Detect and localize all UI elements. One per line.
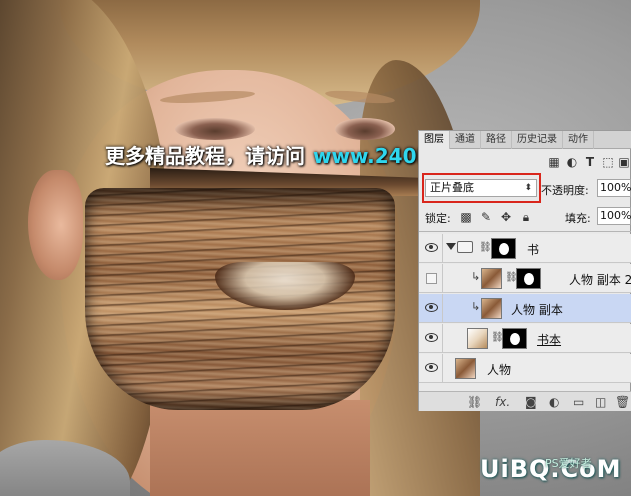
tab-actions[interactable]: 动作 <box>563 131 594 149</box>
eye-icon <box>425 243 438 252</box>
lock-all-icon[interactable]: 🔒︎ <box>519 210 533 224</box>
fill-label: 填充: <box>565 212 591 225</box>
neck <box>150 400 370 496</box>
lock-move-icon[interactable]: ✥ <box>499 210 513 224</box>
tab-layers[interactable]: 图层 <box>419 131 450 149</box>
lock-brush-icon[interactable]: ✎ <box>479 210 493 224</box>
filter-shape-icon[interactable]: ⬚ <box>601 155 615 169</box>
layer-thumb <box>481 298 502 319</box>
opacity-input[interactable]: 100% <box>597 179 631 197</box>
clip-arrow-icon: ↳ <box>471 270 481 283</box>
tab-paths[interactable]: 路径 <box>481 131 512 149</box>
layer-name: 人物 副本 <box>511 303 563 317</box>
eye-icon <box>425 333 438 342</box>
watermark-label: 更多精品教程，请访问 <box>105 144 305 168</box>
clip-arrow-icon: ↳ <box>471 300 481 313</box>
lock-transparent-icon[interactable]: ▩ <box>459 210 473 224</box>
layer-mask-thumb[interactable] <box>516 268 541 289</box>
new-layer-icon[interactable]: ◫ <box>595 395 606 409</box>
layer-row-book-group[interactable]: ⛓ 书 <box>419 234 631 263</box>
visibility-toggle[interactable] <box>419 354 443 383</box>
layers-panel: 图层 通道 路径 历史记录 动作 ▦ ◐ T ⬚ ▣ 正片叠底 ⬍ 不透明度: … <box>418 130 631 411</box>
visibility-toggle[interactable] <box>419 234 443 263</box>
visibility-toggle[interactable] <box>419 264 443 293</box>
layer-row-person-copy[interactable]: ↳ 人物 副本 <box>419 294 631 323</box>
filter-type-icon[interactable]: T <box>583 155 597 169</box>
layer-row-person-copy2[interactable]: ↳ ⛓ 人物 副本 2 <box>419 264 631 293</box>
trash-icon[interactable]: 🗑︎ <box>615 395 630 409</box>
panel-tabs: 图层 通道 路径 历史记录 动作 <box>419 131 631 149</box>
layer-mask-thumb[interactable] <box>491 238 516 259</box>
opacity-label: 不透明度: <box>541 184 589 197</box>
folder-icon[interactable]: ▭ <box>573 395 584 409</box>
layer-name: 人物 <box>487 363 512 377</box>
visibility-toggle[interactable] <box>419 324 443 353</box>
expand-triangle-icon[interactable] <box>446 243 456 250</box>
layer-thumb <box>481 268 502 289</box>
layer-row-book[interactable]: ⛓ 书本 <box>419 324 631 353</box>
hidden-box-icon <box>426 273 437 284</box>
layer-thumb <box>455 358 476 379</box>
link-icon[interactable]: ⛓ <box>467 395 482 409</box>
eye-left <box>175 118 255 140</box>
watermark-logo-cn: PS爱好者 <box>545 457 592 470</box>
folder-icon <box>457 241 473 253</box>
layer-mask-thumb[interactable] <box>502 328 527 349</box>
layer-row-person[interactable]: 人物 <box>419 354 631 383</box>
panel-footer: ⛓ fx. ◙ ◐ ▭ ◫ 🗑︎ <box>419 391 631 411</box>
filter-adjust-icon[interactable]: ◐ <box>565 155 579 169</box>
eye-right <box>335 118 395 140</box>
eye-icon <box>425 363 438 372</box>
tab-channels[interactable]: 通道 <box>450 131 481 149</box>
filter-smart-icon[interactable]: ▣ <box>617 155 631 169</box>
layer-name: 人物 副本 2 <box>569 273 631 287</box>
layers-list: ⛓ 书 ↳ ⛓ 人物 副本 2 ↳ 人物 副本 ⛓ 书本 人物 <box>419 231 631 391</box>
fx-icon[interactable]: fx. <box>495 395 510 409</box>
mask-icon[interactable]: ◙ <box>525 395 537 409</box>
highlight-box <box>422 173 541 203</box>
chain-icon[interactable]: ⛓ <box>479 242 492 253</box>
layer-name: 书本 <box>537 333 562 347</box>
tab-history[interactable]: 历史记录 <box>512 131 563 149</box>
visibility-toggle[interactable] <box>419 294 443 323</box>
lock-label: 锁定: <box>425 212 451 225</box>
eye-icon <box>425 303 438 312</box>
adjustment-icon[interactable]: ◐ <box>549 395 559 409</box>
smart-object-thumb <box>467 328 488 349</box>
ear <box>28 170 83 280</box>
layer-name: 书 <box>527 243 540 257</box>
filter-pixel-icon[interactable]: ▦ <box>547 155 561 169</box>
fill-input[interactable]: 100% <box>597 207 631 225</box>
